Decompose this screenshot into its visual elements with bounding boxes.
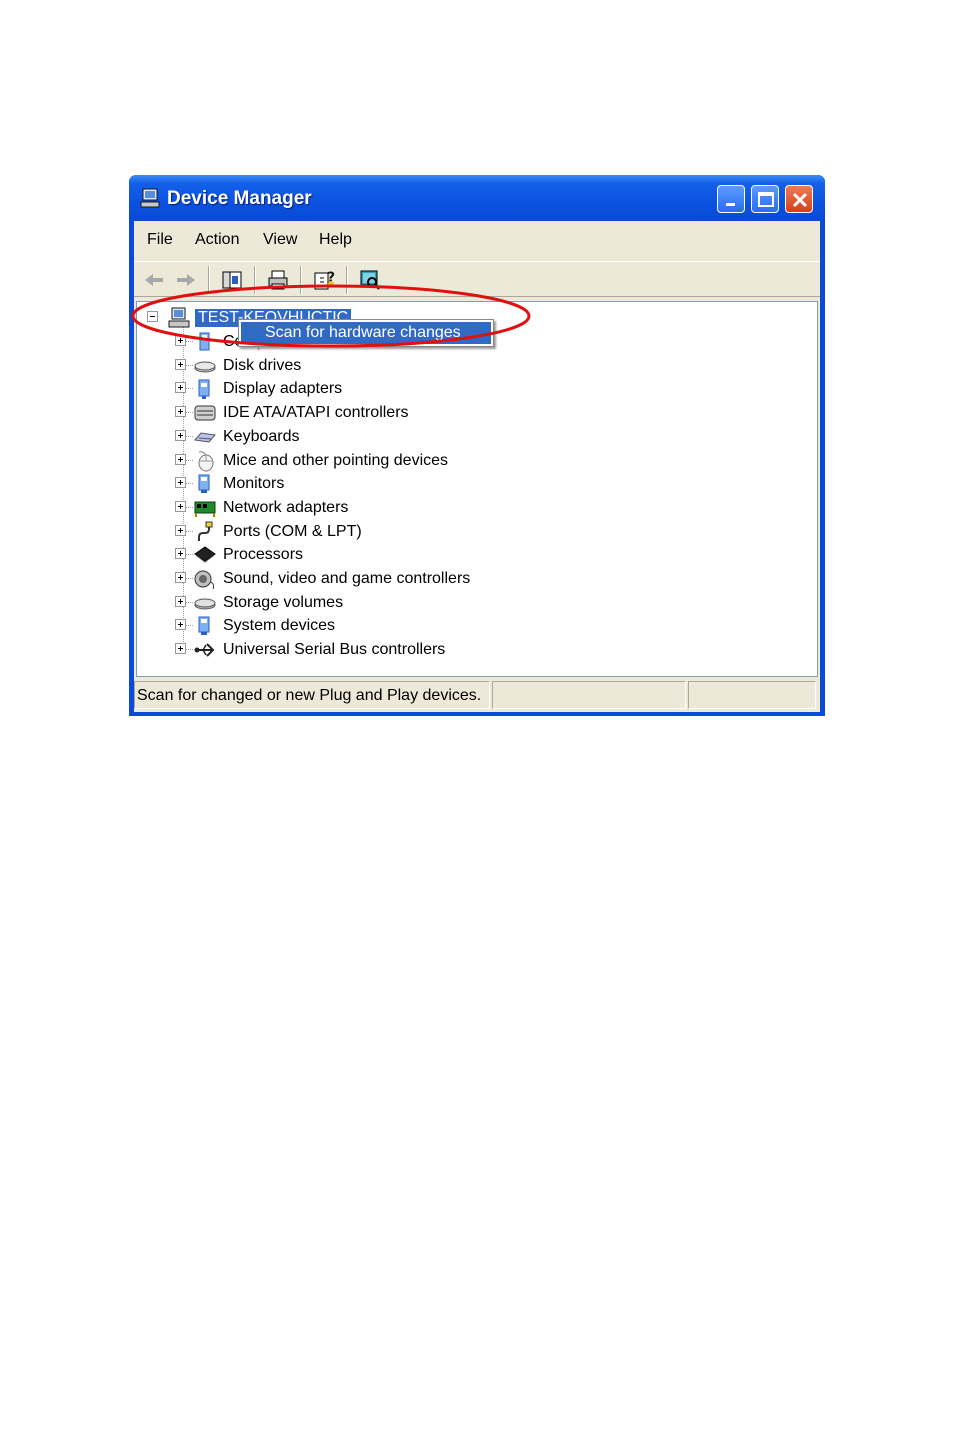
tree-guide-line xyxy=(185,554,193,555)
tree-node-label[interactable]: Sound, video and game controllers xyxy=(223,570,470,588)
tree-guide-line xyxy=(185,388,193,389)
expand-toggle[interactable] xyxy=(175,596,186,607)
expand-toggle[interactable] xyxy=(175,359,186,370)
tree-guide-line xyxy=(185,531,193,532)
expand-toggle[interactable] xyxy=(175,525,186,536)
expand-toggle[interactable] xyxy=(175,619,186,630)
expand-toggle[interactable] xyxy=(175,572,186,583)
tree-node-label[interactable]: Disk drives xyxy=(223,357,301,375)
tree-guide-line xyxy=(185,365,193,366)
status-pane-2 xyxy=(492,681,686,709)
expand-toggle[interactable] xyxy=(175,477,186,488)
display-adapter-icon xyxy=(198,379,210,399)
tree-guide-line xyxy=(185,483,193,484)
status-text: Scan for changed or new Plug and Play de… xyxy=(137,687,482,704)
sound-icon xyxy=(194,570,215,590)
tree-node-label[interactable]: Keyboards xyxy=(223,428,300,446)
usb-icon xyxy=(194,643,215,657)
network-adapter-icon xyxy=(194,501,216,517)
expand-toggle[interactable] xyxy=(175,548,186,559)
tree-guide-line xyxy=(185,578,193,579)
menu-help[interactable]: Help xyxy=(319,231,352,249)
tree-node-label[interactable]: IDE ATA/ATAPI controllers xyxy=(223,404,409,422)
expand-toggle[interactable] xyxy=(175,430,186,441)
status-pane-3 xyxy=(688,681,816,709)
expand-toggle[interactable] xyxy=(175,643,186,654)
computer-icon xyxy=(140,188,160,208)
tree-guide-line xyxy=(185,436,193,437)
maximize-button[interactable] xyxy=(751,185,779,213)
storage-volume-icon xyxy=(194,598,216,610)
close-button[interactable] xyxy=(785,185,813,213)
system-device-icon xyxy=(198,616,210,635)
menu-view[interactable]: View xyxy=(263,231,297,249)
expand-toggle[interactable] xyxy=(175,454,186,465)
window-title: Device Manager xyxy=(167,188,312,209)
menu-action[interactable]: Action xyxy=(195,231,239,249)
status-bar: Scan for changed or new Plug and Play de… xyxy=(134,679,820,710)
tree-guide-line xyxy=(185,649,193,650)
device-tree[interactable]: TEST-KEOVHUCTIC ComputerDisk drivesDispl… xyxy=(136,301,818,677)
tree-guide-line xyxy=(185,625,193,626)
status-pane-main: Scan for changed or new Plug and Play de… xyxy=(134,681,490,709)
port-icon xyxy=(198,521,213,541)
tree-node-label[interactable]: Mice and other pointing devices xyxy=(223,452,448,470)
minimize-icon xyxy=(726,203,735,206)
tree-node-label[interactable]: Ports (COM & LPT) xyxy=(223,523,362,541)
tree-node-label[interactable]: System devices xyxy=(223,617,335,635)
expand-toggle[interactable] xyxy=(175,406,186,417)
tree-guide-line xyxy=(185,460,193,461)
tree-node-label[interactable]: Processors xyxy=(223,546,303,564)
menu-bar: File Action View Help xyxy=(134,221,820,259)
annotation-ellipse xyxy=(131,284,531,348)
tree-node-label[interactable]: Network adapters xyxy=(223,499,348,517)
mouse-icon xyxy=(198,451,214,472)
tree-guide-line xyxy=(185,602,193,603)
tree-guide-line xyxy=(185,507,193,508)
menu-file[interactable]: File xyxy=(147,231,173,249)
disk-drive-icon xyxy=(194,361,216,373)
tree-node-label[interactable]: Display adapters xyxy=(223,380,342,398)
maximize-icon xyxy=(758,192,774,207)
processor-icon xyxy=(194,546,216,563)
expand-toggle[interactable] xyxy=(175,382,186,393)
expand-toggle[interactable] xyxy=(175,501,186,512)
keyboard-icon xyxy=(194,432,216,443)
tree-node-label[interactable]: Storage volumes xyxy=(223,594,343,612)
tree-guide-line xyxy=(185,412,193,413)
monitor-icon xyxy=(198,474,210,493)
title-bar[interactable]: Device Manager xyxy=(129,175,825,221)
tree-node-label[interactable]: Monitors xyxy=(223,475,284,493)
tree-node-label[interactable]: Universal Serial Bus controllers xyxy=(223,641,445,659)
ide-controller-icon xyxy=(194,405,216,421)
close-icon xyxy=(792,192,808,208)
minimize-button[interactable] xyxy=(717,185,745,213)
device-manager-window: Device Manager File Action View Help ? T… xyxy=(129,175,825,716)
